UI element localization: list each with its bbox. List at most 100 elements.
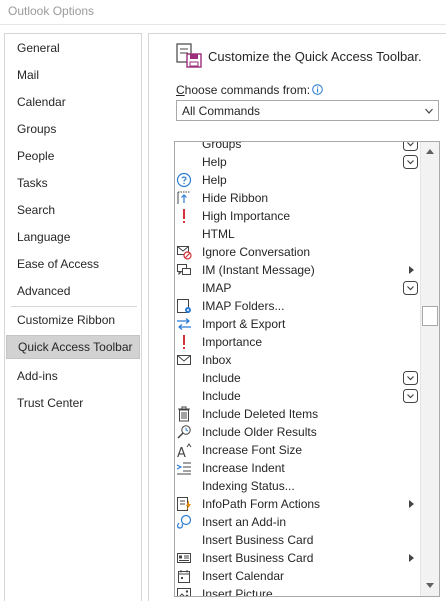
instant-message-icon — [177, 264, 191, 276]
ignore-conversation-icon — [177, 246, 192, 260]
older-results-icon — [177, 425, 191, 439]
command-label: Insert an Add-in — [202, 515, 287, 529]
command-label: Hide Ribbon — [202, 191, 269, 205]
commands-listbox[interactable]: Groups Help Help Hide Ribbon High Importance… — [174, 141, 440, 597]
command-label: Help — [202, 173, 227, 187]
command-label: Increase Font Size — [202, 443, 303, 457]
command-label: Insert Calendar — [202, 569, 285, 583]
command-label: High Importance — [202, 209, 291, 223]
command-list-item[interactable]: Groups — [175, 141, 421, 153]
picture-icon — [177, 588, 191, 596]
choose-commands-value: All Commands — [182, 104, 261, 118]
dropdown-indicator-icon — [403, 389, 418, 403]
command-label: Groups — [202, 141, 242, 151]
dropdown-indicator-icon — [403, 281, 418, 295]
dropdown-indicator-icon — [403, 142, 418, 151]
command-list-item[interactable]: IMAP — [175, 279, 421, 297]
submenu-arrow-icon — [409, 266, 414, 274]
submenu-arrow-icon — [409, 500, 414, 508]
scroll-up-button[interactable] — [421, 143, 439, 160]
command-label: Ignore Conversation — [202, 245, 311, 259]
command-list-item[interactable]: Insert Business Card — [175, 531, 421, 549]
increase-font-size-icon: A — [177, 443, 192, 458]
chevron-down-icon — [425, 108, 433, 114]
command-list-item[interactable]: A Increase Font Size — [175, 441, 421, 459]
command-list-item[interactable]: High Importance — [175, 207, 421, 225]
choose-commands-text: hoose commands from: — [184, 83, 311, 97]
high-importance-icon — [183, 209, 185, 223]
increase-indent-icon — [176, 462, 191, 475]
sidebar-item-tasks[interactable]: Tasks — [5, 171, 141, 195]
command-list-item[interactable]: Hide Ribbon — [175, 189, 421, 207]
scroll-down-icon — [426, 583, 434, 588]
calendar-icon — [178, 570, 190, 583]
dropdown-indicator-icon — [403, 371, 418, 385]
command-label: Insert Picture — [202, 587, 273, 597]
command-list-item[interactable]: IMAP Folders... — [175, 297, 421, 315]
command-list-item[interactable]: Insert Calendar — [175, 567, 421, 585]
command-list-item[interactable]: Importance — [175, 333, 421, 351]
command-label: InfoPath Form Actions — [202, 497, 321, 511]
command-list-item[interactable]: Insert Picture — [175, 585, 421, 597]
command-list-item[interactable]: Indexing Status... — [175, 477, 421, 495]
scroll-up-icon — [426, 149, 434, 154]
command-list-item[interactable]: Help — [175, 171, 421, 189]
sidebar-item-calendar[interactable]: Calendar — [5, 90, 141, 114]
sidebar-item-add-ins[interactable]: Add-ins — [5, 364, 141, 388]
deleted-items-icon — [178, 406, 190, 422]
sidebar-item-search[interactable]: Search — [5, 198, 141, 222]
info-icon[interactable] — [312, 84, 323, 95]
command-list-item[interactable]: Include Deleted Items — [175, 405, 421, 423]
command-list-item[interactable]: Insert Business Card — [175, 549, 421, 567]
import-export-icon — [177, 318, 191, 330]
svg-text:A: A — [177, 446, 186, 458]
command-list-item[interactable]: Import & Export — [175, 315, 421, 333]
sidebar-item-trust-center[interactable]: Trust Center — [5, 391, 141, 415]
command-list-item[interactable]: Include — [175, 369, 421, 387]
command-label: Help — [202, 155, 227, 169]
command-list-item[interactable]: IM (Instant Message) — [175, 261, 421, 279]
scroll-down-button[interactable] — [421, 578, 439, 595]
choose-commands-accesskey: C — [176, 83, 185, 97]
scrollbar-thumb[interactable] — [422, 306, 438, 326]
title-divider — [0, 24, 446, 25]
importance-icon — [183, 335, 185, 349]
hide-ribbon-icon — [177, 191, 190, 204]
command-list-item[interactable]: Help — [175, 153, 421, 171]
sidebar-separator — [11, 306, 137, 307]
sidebar-item-general[interactable]: General — [5, 36, 141, 60]
sidebar-item-customize-ribbon[interactable]: Customize Ribbon — [5, 308, 141, 332]
command-list-item[interactable]: Include — [175, 387, 421, 405]
command-label: Include — [202, 371, 241, 385]
command-list-item[interactable]: Include Older Results — [175, 423, 421, 441]
command-label: Include — [202, 389, 241, 403]
sidebar-item-quick-access-toolbar[interactable]: Quick Access Toolbar — [6, 335, 140, 359]
commands-scrollbar[interactable] — [420, 142, 439, 596]
infopath-icon — [177, 497, 191, 511]
sidebar-item-groups[interactable]: Groups — [5, 117, 141, 141]
command-list-item[interactable]: Ignore Conversation — [175, 243, 421, 261]
sidebar-item-advanced[interactable]: Advanced — [5, 279, 141, 303]
command-label: Import & Export — [202, 317, 286, 331]
sidebar-item-language[interactable]: Language — [5, 225, 141, 249]
choose-commands-label: Choose commands from: — [176, 83, 323, 97]
command-list-item[interactable]: Inbox — [175, 351, 421, 369]
help-icon — [176, 172, 192, 188]
inbox-icon — [177, 355, 191, 365]
sidebar-item-people[interactable]: People — [5, 144, 141, 168]
add-in-icon — [177, 514, 192, 529]
command-label: Insert Business Card — [202, 533, 314, 547]
business-card-icon — [177, 553, 191, 563]
command-label: HTML — [202, 227, 235, 241]
command-label: IMAP Folders... — [202, 299, 285, 313]
choose-commands-dropdown[interactable]: All Commands — [176, 100, 439, 121]
command-list-item[interactable]: Increase Indent — [175, 459, 421, 477]
command-label: Include Older Results — [202, 425, 317, 439]
command-list-item[interactable]: HTML — [175, 225, 421, 243]
command-list-item[interactable]: Insert an Add-in — [175, 513, 421, 531]
command-list-item[interactable]: InfoPath Form Actions — [175, 495, 421, 513]
submenu-arrow-icon — [409, 554, 414, 562]
sidebar-item-ease-of-access[interactable]: Ease of Access — [5, 252, 141, 276]
command-label: IM (Instant Message) — [202, 263, 315, 277]
sidebar-item-mail[interactable]: Mail — [5, 63, 141, 87]
